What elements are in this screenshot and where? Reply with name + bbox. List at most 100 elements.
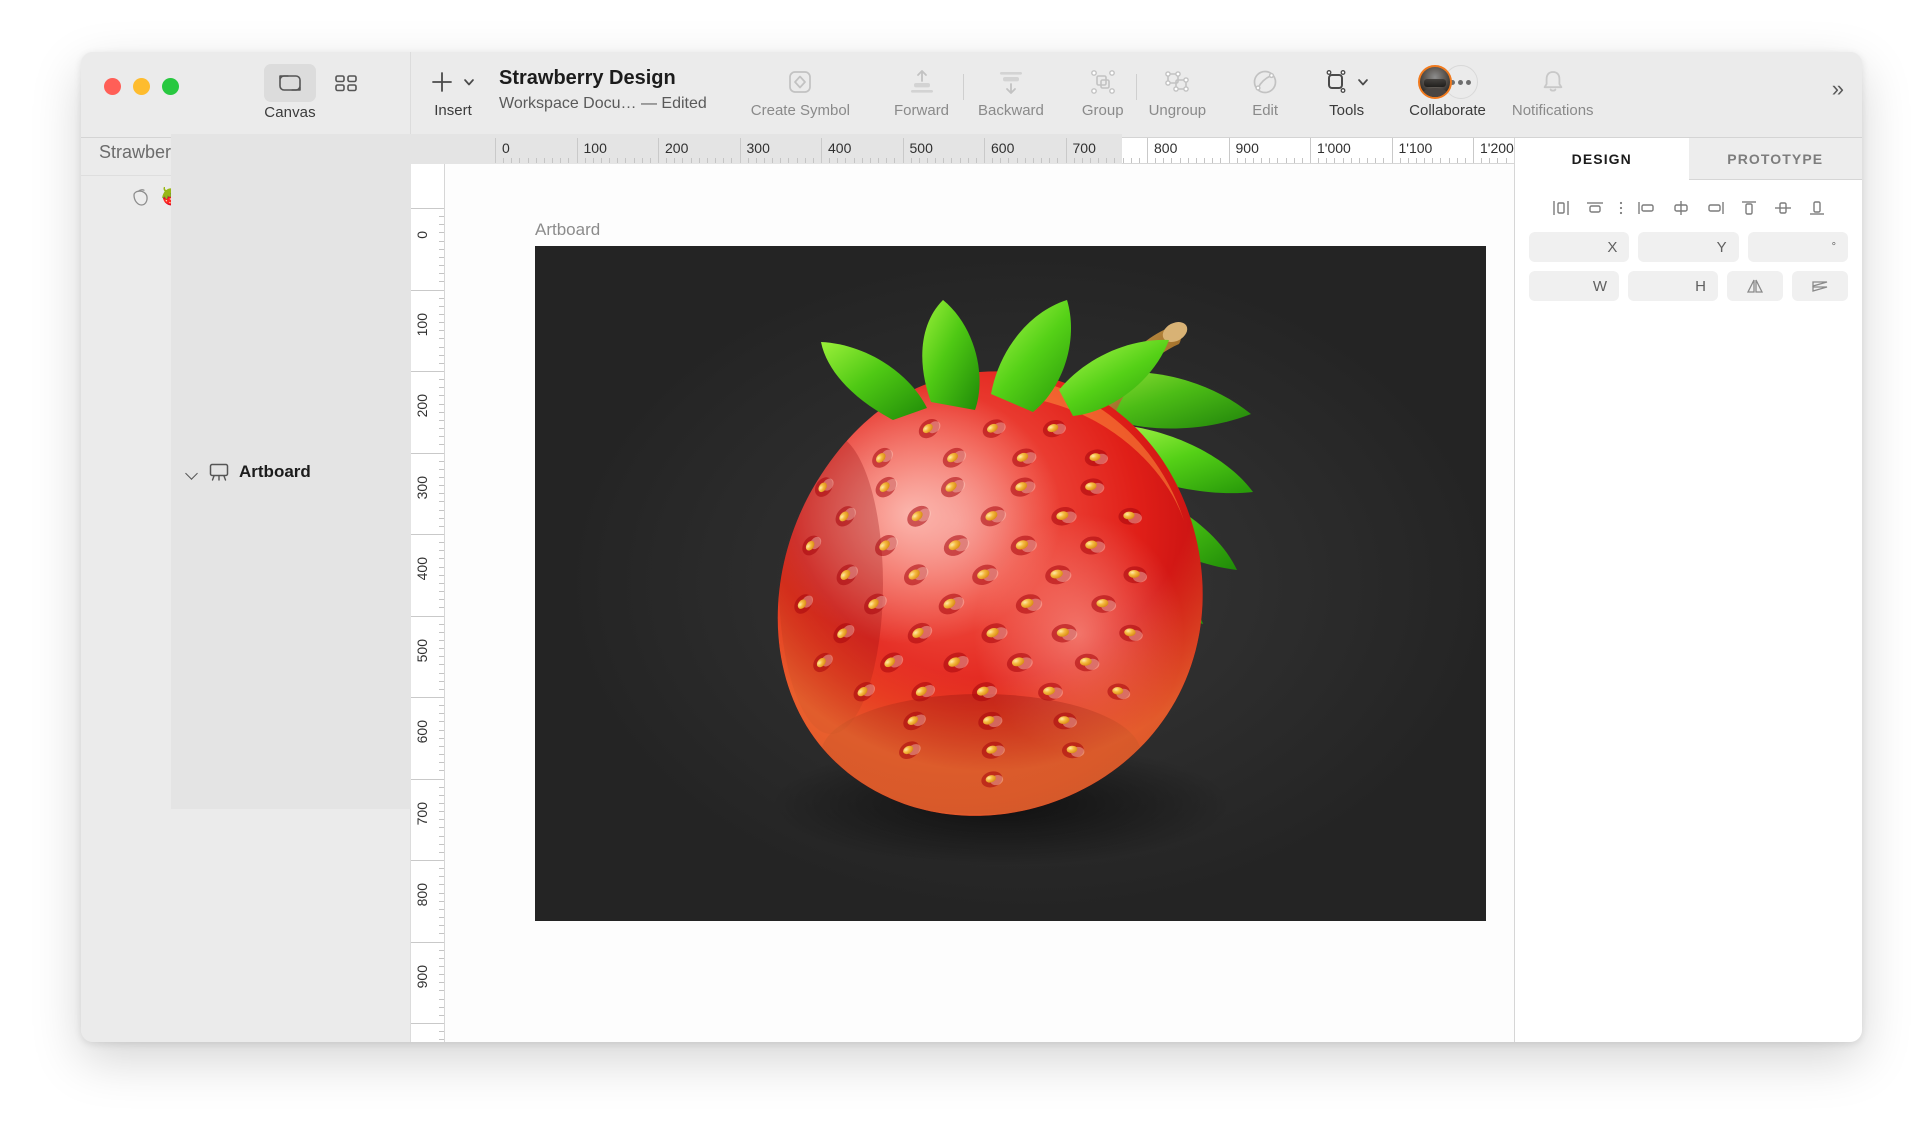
align-top-icon[interactable] [1733, 194, 1765, 222]
ruler-h-tick [1204, 158, 1205, 163]
avatar[interactable] [1418, 65, 1452, 99]
ruler-h-tick [1367, 158, 1368, 163]
move-backward-icon [997, 68, 1025, 96]
align-start-icon[interactable] [1631, 194, 1663, 222]
ruler-h-tick [1334, 158, 1335, 163]
w-field[interactable]: W [1529, 271, 1619, 301]
ruler-v-tick [439, 436, 444, 437]
distribute-icon[interactable] [1613, 194, 1629, 222]
artboard[interactable] [535, 246, 1486, 921]
tab-design[interactable]: DESIGN [1515, 138, 1689, 180]
main-body: Strawberry Artboard [81, 138, 1862, 1042]
horizontal-ruler[interactable]: 01002003004005006007008009001'0001'1001'… [445, 138, 1514, 163]
flip-horizontal-button[interactable] [1727, 271, 1783, 301]
ruler-h-tick [935, 158, 936, 163]
ruler-v-label: 200 [414, 394, 430, 417]
toolbar-item-insert[interactable]: Insert [429, 52, 477, 119]
notifications-icon-wrap [1539, 64, 1567, 100]
rotation-field[interactable]: ° [1748, 232, 1848, 262]
ruler-h-tick [1082, 158, 1083, 163]
tab-prototype[interactable]: PROTOTYPE [1689, 138, 1863, 180]
ruler-v-tick [439, 648, 444, 649]
toolbar-item-forward[interactable]: Forward [894, 52, 949, 119]
ruler-v-tick [439, 624, 444, 625]
grid-view-button[interactable] [320, 64, 372, 102]
ruler-v-tick [439, 738, 444, 739]
artboard-label[interactable]: Artboard [535, 220, 600, 240]
view-mode-group [264, 64, 372, 102]
toolbar-overflow-button[interactable]: » [1832, 78, 1842, 100]
toolbar-item-ungroup[interactable]: Ungroup [1149, 52, 1207, 119]
ruler-v-tick [439, 477, 444, 478]
ruler-h-tick [1131, 158, 1132, 163]
align-bottom-icon[interactable] [1801, 194, 1833, 222]
ruler-v-tick [439, 265, 444, 266]
ruler-v-seg: 700 [411, 779, 444, 780]
align-center-horizontal-icon[interactable] [1579, 194, 1611, 222]
ruler-h-tick [837, 158, 838, 163]
toolbar-item-group[interactable]: Group [1082, 52, 1124, 119]
toolbar-item-notifications[interactable]: Notifications [1512, 52, 1594, 119]
move-forward-icon [908, 68, 936, 96]
toolbar-item-tools[interactable]: Tools [1322, 52, 1371, 119]
close-button[interactable] [104, 78, 121, 95]
toolbar-divider-2 [1136, 74, 1137, 100]
ruler-v-tick [439, 216, 444, 217]
document-title-block[interactable]: Strawberry Design Workspace Docu… — Edit… [477, 52, 717, 113]
align-left-icon[interactable] [1545, 194, 1577, 222]
align-end-icon[interactable] [1699, 194, 1731, 222]
ruler-h-tick [1139, 158, 1140, 163]
strawberry-illustration[interactable] [661, 284, 1361, 884]
disclosure-chevron-icon[interactable] [185, 465, 199, 479]
ruler-v-label: 0 [414, 231, 430, 239]
horizontal-ruler-bar: 01002003004005006007008009001'0001'1001'… [411, 138, 1514, 164]
ruler-v-tick [439, 591, 444, 592]
plus-icon [429, 69, 455, 95]
y-field[interactable]: Y [1638, 232, 1738, 262]
ruler-h-label: 1'100 [1392, 138, 1433, 163]
ruler-h-tick [666, 158, 667, 163]
ruler-v-tick [439, 811, 444, 812]
toolbar-item-collaborate[interactable]: Collaborate [1409, 52, 1486, 119]
ruler-h-tick [723, 158, 724, 163]
ruler-h-tick [1383, 158, 1384, 163]
ruler-v-tick [439, 950, 444, 951]
ruler-h-tick [1497, 158, 1498, 163]
toolbar-item-edit[interactable]: Edit [1250, 52, 1280, 119]
align-center-vertical-icon[interactable] [1767, 194, 1799, 222]
ruler-h-tick [1424, 158, 1425, 163]
canvas-view-button[interactable] [264, 64, 316, 102]
ruler-h-tick [519, 158, 520, 163]
ruler-h-tick [1408, 158, 1409, 163]
vertical-ruler[interactable]: 01002003004005006007008009001'000 [411, 164, 445, 1042]
design-canvas[interactable]: Artboard [445, 164, 1514, 1042]
ruler-h-tick [1457, 158, 1458, 163]
ruler-v-seg: 800 [411, 860, 444, 861]
toolbar-item-create-symbol[interactable]: Create Symbol [751, 52, 850, 119]
ruler-v-label: 500 [414, 639, 430, 662]
flip-vertical-button[interactable] [1792, 271, 1848, 301]
ruler-h-tick [511, 158, 512, 163]
toolbar-label-backward: Backward [978, 102, 1044, 119]
toolbar-item-backward[interactable]: Backward [978, 52, 1044, 119]
ruler-v-tick [439, 664, 444, 665]
ruler-h-tick [1000, 158, 1001, 163]
h-field[interactable]: H [1628, 271, 1718, 301]
ruler-v-tick [439, 721, 444, 722]
ruler-v-tick [439, 249, 444, 250]
zoom-button[interactable] [162, 78, 179, 95]
ruler-v-tick [439, 322, 444, 323]
ruler-h-tick [1025, 158, 1026, 163]
symbol-diamond-icon [785, 67, 815, 97]
align-middle-icon[interactable] [1665, 194, 1697, 222]
ruler-h-tick [1008, 158, 1009, 163]
ruler-v-tick [439, 526, 444, 527]
minimize-button[interactable] [133, 78, 150, 95]
ruler-v-tick [439, 713, 444, 714]
flip-vertical-icon [1810, 277, 1830, 295]
x-field[interactable]: X [1529, 232, 1629, 262]
ruler-h-label: 600 [984, 138, 1014, 163]
ruler-h-label: 1'200 [1473, 138, 1514, 163]
ruler-h-tick [1269, 158, 1270, 163]
layers-sidebar: Strawberry Artboard [81, 138, 411, 1042]
